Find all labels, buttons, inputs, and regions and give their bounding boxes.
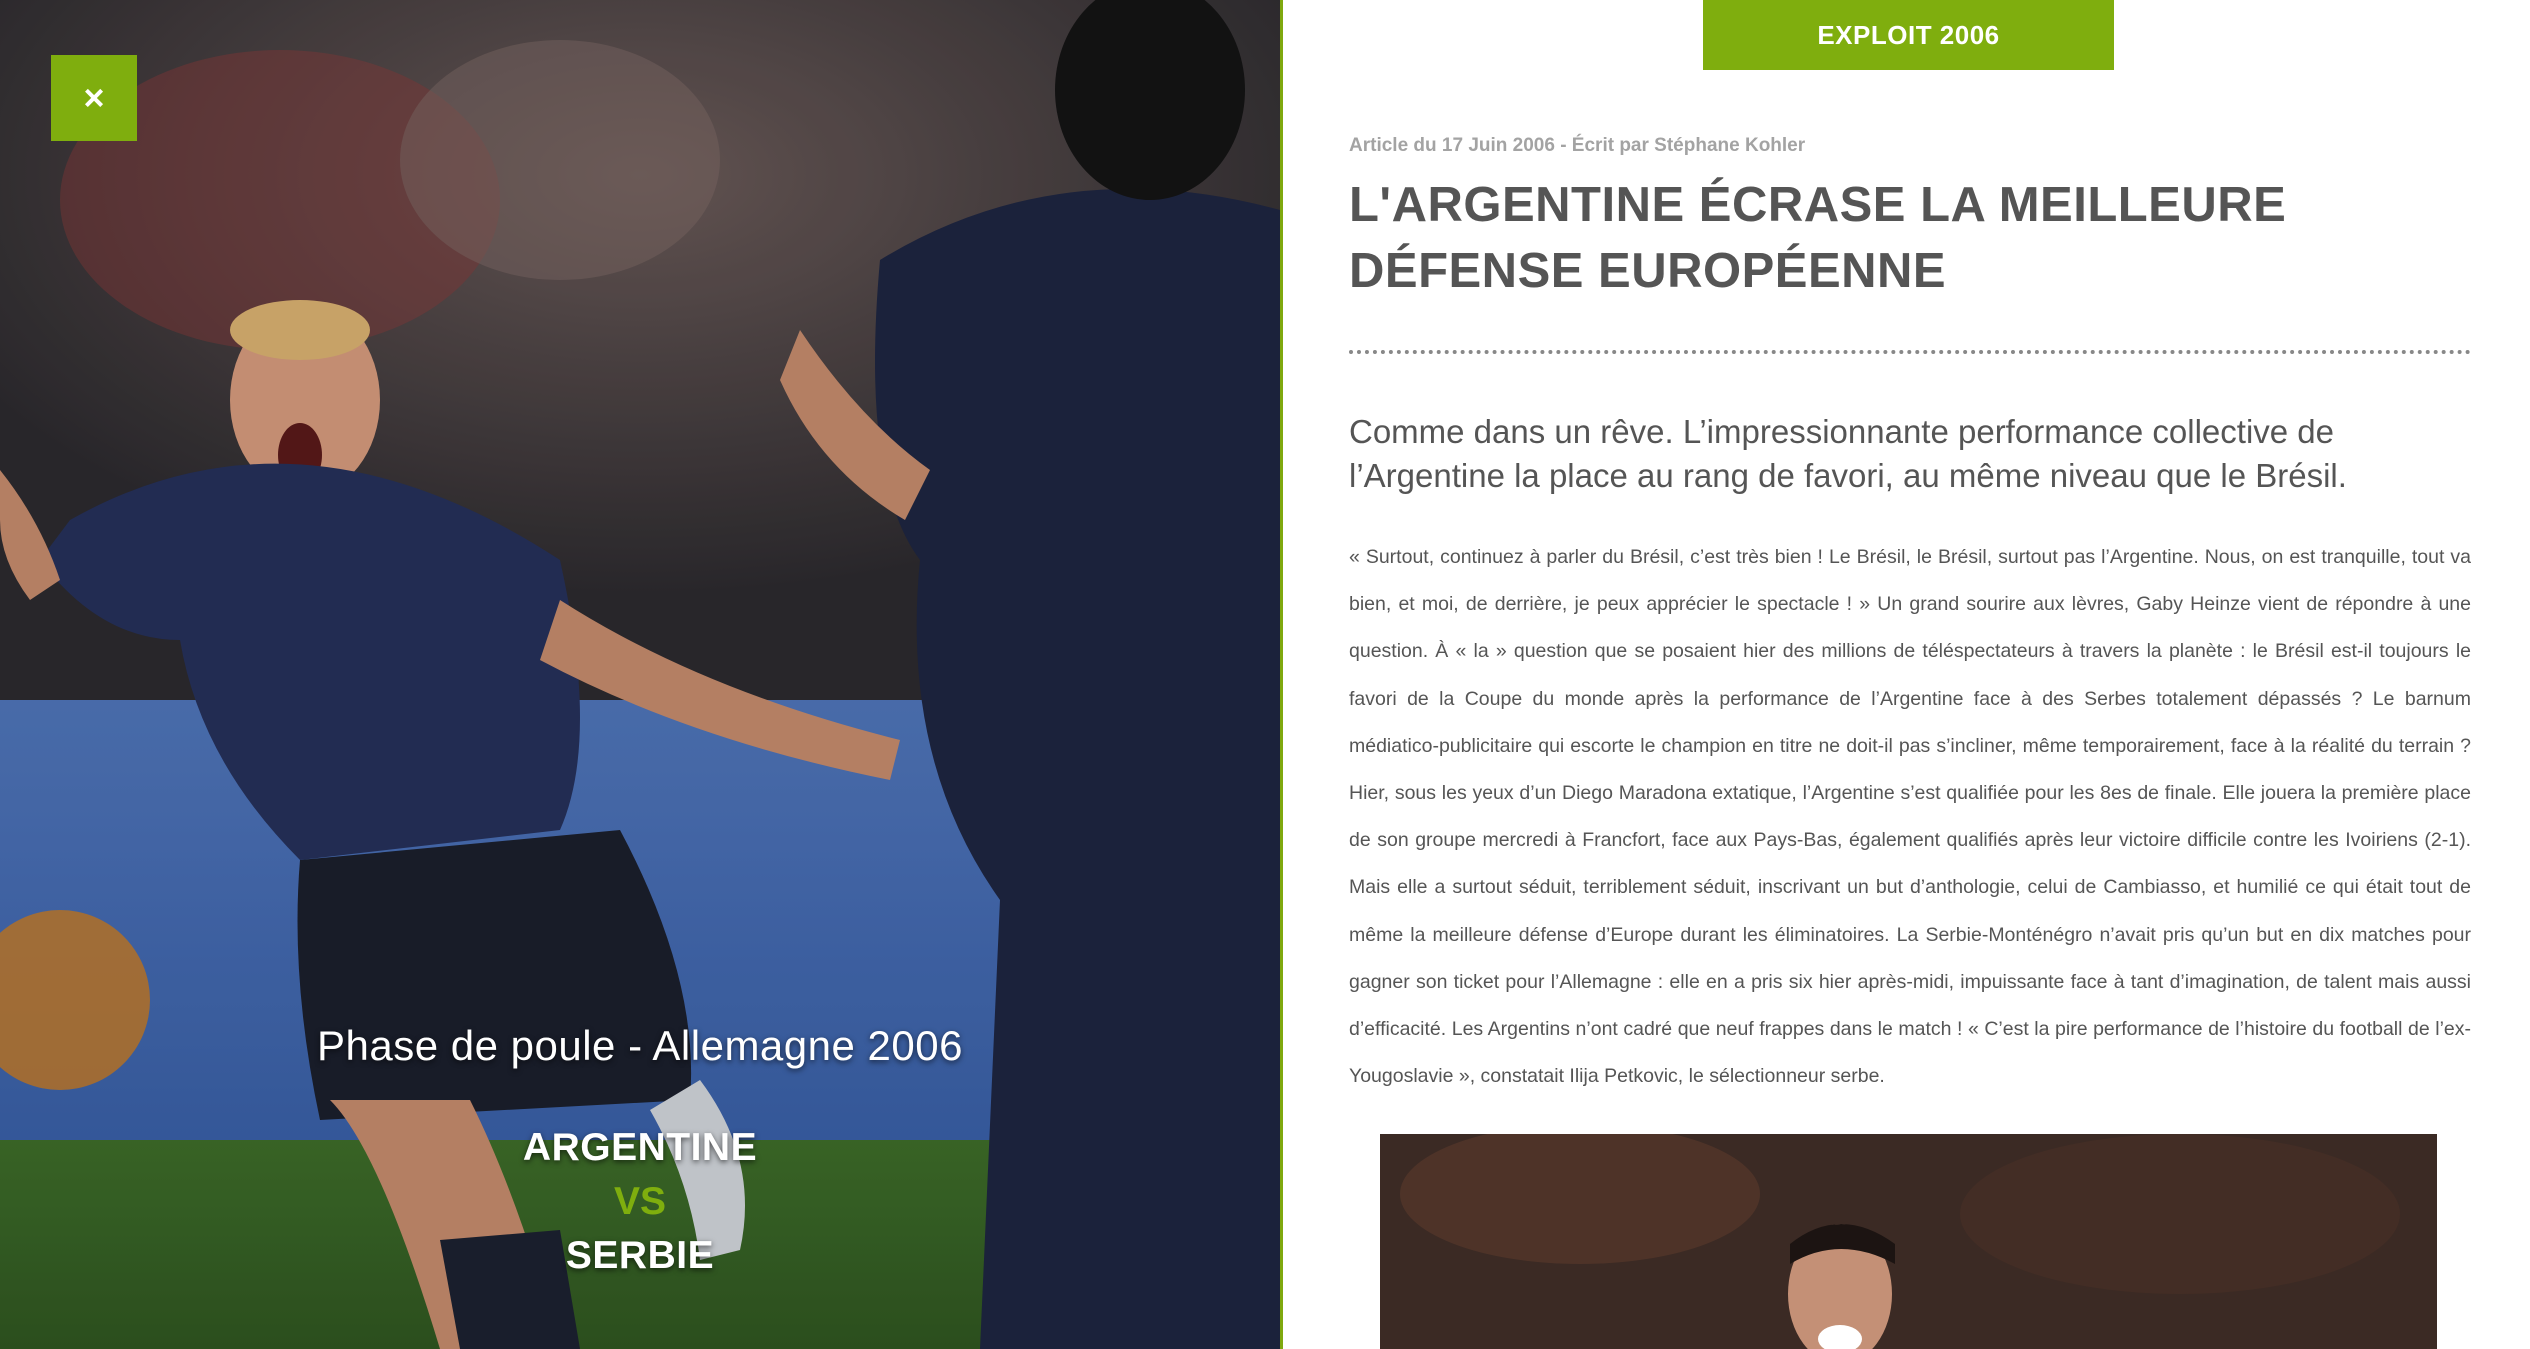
close-icon: × [83,77,105,118]
category-tag[interactable]: EXPLOIT 2006 [1703,0,2114,70]
team-home: ARGENTINE [522,1126,758,1169]
match-phase: Phase de poule - Allemagne 2006 [317,1022,963,1069]
article-panel: EXPLOIT 2006 Article du 17 Juin 2006 - É… [1283,0,2530,1349]
versus-label: VS [613,1180,667,1223]
dotted-divider [1349,350,2471,358]
article-photo [1380,1134,2437,1349]
close-button[interactable]: × [51,55,137,141]
hero-panel: × Phase de poule - Allemagne 2006 ARGENT… [0,0,1280,1349]
team-away: SERBIE [565,1234,715,1277]
article-meta: Article du 17 Juin 2006 - Écrit par Stép… [1349,135,1806,156]
article-lead: Comme dans un rêve. L’impressionnante pe… [1349,413,2347,494]
article-body: « Surtout, continuez à parler du Brésil,… [1349,546,2471,1088]
article-photo-image [1380,1134,2437,1349]
article-title: L'ARGENTINE ÉCRASE LA MEILLEURE DÉFENSE … [1349,178,2287,298]
